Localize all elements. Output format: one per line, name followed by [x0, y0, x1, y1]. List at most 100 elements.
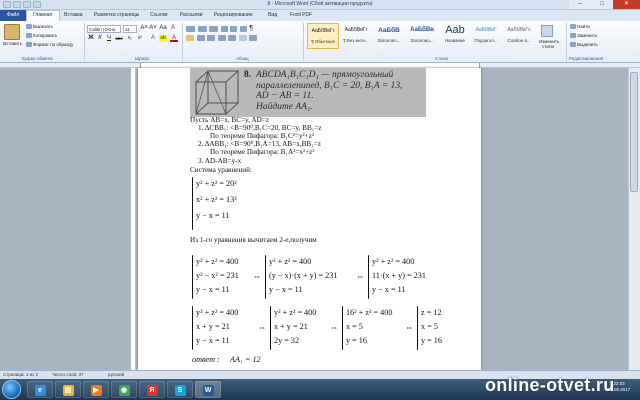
decrease-indent-icon[interactable]: [220, 25, 228, 32]
tab-page-layout[interactable]: Разметка страницы: [94, 12, 139, 18]
maximize-button[interactable]: □: [591, 0, 613, 9]
page-count[interactable]: Страница: 1 из 2: [3, 372, 38, 377]
skype-icon: S: [174, 385, 186, 396]
scrollbar-thumb[interactable]: [630, 72, 638, 192]
vertical-ruler[interactable]: [131, 68, 136, 370]
replace-button[interactable]: Заменить: [570, 33, 597, 39]
italic-button[interactable]: К: [96, 35, 104, 42]
font-name-box[interactable]: Calibri (Осно: [87, 25, 121, 33]
align-left-icon[interactable]: [186, 35, 194, 41]
shading-icon[interactable]: [238, 35, 247, 41]
cut-button[interactable]: Вырезать: [26, 24, 53, 30]
strikethrough-button[interactable]: abc: [115, 35, 123, 42]
change-case-button[interactable]: Aa: [159, 25, 167, 32]
bullets-icon[interactable]: [186, 25, 195, 32]
change-styles-icon[interactable]: [541, 25, 553, 37]
align-right-icon[interactable]: [207, 35, 216, 41]
tab-home-label[interactable]: Главная: [33, 12, 52, 18]
line-spacing-icon[interactable]: [228, 35, 237, 41]
format-painter-button[interactable]: Формат по образцу: [26, 42, 73, 48]
numbering-icon[interactable]: [197, 25, 207, 32]
system-r1c: y² + z² = 400 11·(x + y) = 231 y − x = 11: [372, 257, 426, 294]
subscript-button[interactable]: x₂: [126, 35, 134, 42]
paragraph-group-label: Абзац: [236, 56, 249, 61]
style-subtitle[interactable]: АаБбВвГ Подзагол...: [470, 23, 502, 49]
increase-indent-icon[interactable]: [230, 25, 238, 32]
font-color-button[interactable]: A: [170, 35, 178, 42]
taskbar-word[interactable]: W: [195, 381, 221, 398]
clear-format-button[interactable]: A: [169, 25, 177, 32]
brace: [265, 255, 266, 299]
word-icon: W: [202, 385, 214, 396]
ribbon: Вставить Вырезать Копировать Формат по о…: [0, 21, 640, 63]
style-subtle-emphasis[interactable]: АаБбВвГг Слабое в...: [503, 23, 535, 49]
find-button[interactable]: Найти: [570, 24, 590, 30]
sort-icon[interactable]: [239, 25, 247, 32]
scissors-icon: [26, 24, 32, 30]
tab-insert[interactable]: Вставка: [64, 12, 83, 18]
word-count[interactable]: Число слов: 37: [52, 372, 84, 377]
system-r1a: y² + z² = 400 y² − x² = 231 y − x = 11: [196, 257, 239, 294]
close-button[interactable]: ✕: [613, 0, 640, 9]
text-effects-button[interactable]: A: [149, 35, 157, 42]
language[interactable]: русский: [108, 372, 124, 377]
style-heading-2[interactable]: АаБбВв Заголово...: [406, 23, 438, 49]
underline-button[interactable]: Ч: [105, 35, 113, 42]
problem-text: ABCDA₁B₁C₁D₁ — прямоугольный параллелепи…: [256, 70, 426, 112]
equivalence-arrow: ⇔: [405, 323, 414, 332]
chrome-icon: ◉: [118, 385, 130, 396]
highlight-button[interactable]: ab: [159, 35, 167, 42]
borders-icon[interactable]: [249, 35, 258, 41]
grow-font-button[interactable]: A˄: [140, 25, 148, 32]
problem-line: ABCDA₁B₁C₁D₁ — прямоугольный: [256, 70, 394, 80]
tab-references[interactable]: Ссылки: [150, 12, 168, 18]
style-no-spacing[interactable]: АаБбВвГг ¶ Без инте...: [340, 23, 372, 49]
tab-file[interactable]: Файл: [0, 10, 26, 21]
equivalence-arrow: ⇔: [258, 323, 267, 332]
taskbar-explorer[interactable]: ▤: [55, 381, 81, 398]
justify-icon[interactable]: [217, 35, 226, 41]
ribbon-tabs: Главная Вставка Разметка страницы Ссылки…: [0, 10, 640, 21]
superscript-button[interactable]: x²: [136, 35, 144, 42]
align-center-icon[interactable]: [196, 35, 205, 41]
system-brace: [192, 177, 193, 230]
shrink-font-button[interactable]: A˅: [149, 25, 157, 32]
taskbar-chrome[interactable]: ◉: [111, 381, 137, 398]
change-styles-button[interactable]: Изменить стили: [539, 39, 559, 49]
copy-button[interactable]: Копировать: [26, 33, 57, 39]
tab-foxit-pdf[interactable]: Foxit PDF: [290, 12, 312, 18]
tab-view[interactable]: Вид: [268, 12, 277, 18]
start-button[interactable]: [2, 380, 21, 399]
bold-button[interactable]: Ж: [87, 35, 95, 42]
tab-mailings[interactable]: Рассылки: [180, 12, 202, 18]
style-normal[interactable]: АаБбВвГг ¶ Обычный: [307, 23, 339, 49]
equivalence-arrow: ⇔: [330, 323, 339, 332]
brace: [192, 255, 193, 299]
brace: [417, 306, 418, 350]
multilevel-list-icon[interactable]: [209, 25, 219, 32]
system-r1b: y² + z² = 400 (y − x)·(x + y) = 231 y − x …: [269, 257, 338, 294]
clock[interactable]: 22:03 06.05.2017: [600, 381, 638, 393]
taskbar-yandex[interactable]: Я: [139, 381, 165, 398]
problem-number: 8.: [244, 70, 252, 80]
parallelepiped-figure: [195, 70, 239, 115]
paste-icon[interactable]: [4, 24, 20, 40]
system-r2a: y² + z² = 400 x + y = 21 y − x = 11: [196, 308, 239, 345]
show-marks-button[interactable]: ¶: [249, 25, 253, 32]
step-3: 3. AD-AB=y-x: [198, 157, 242, 165]
font-size-box[interactable]: 11: [123, 25, 137, 33]
style-heading-1[interactable]: АаБбВ Заголово...: [373, 23, 405, 49]
font-group-label: Шрифт: [135, 56, 150, 61]
minimize-button[interactable]: –: [569, 0, 591, 9]
list-buttons: ¶: [186, 25, 296, 33]
equivalence-arrow: ⇔: [253, 272, 262, 281]
taskbar-ie[interactable]: e: [27, 381, 53, 398]
replace-icon: [570, 33, 576, 39]
style-title[interactable]: Aab Название: [439, 23, 471, 49]
paste-button[interactable]: Вставить: [3, 41, 22, 46]
taskbar-media-player[interactable]: ▶: [83, 381, 109, 398]
taskbar-skype[interactable]: S: [167, 381, 193, 398]
tab-review[interactable]: Рецензирование: [214, 12, 253, 18]
select-button[interactable]: Выделить: [570, 42, 598, 48]
brace: [192, 306, 193, 350]
